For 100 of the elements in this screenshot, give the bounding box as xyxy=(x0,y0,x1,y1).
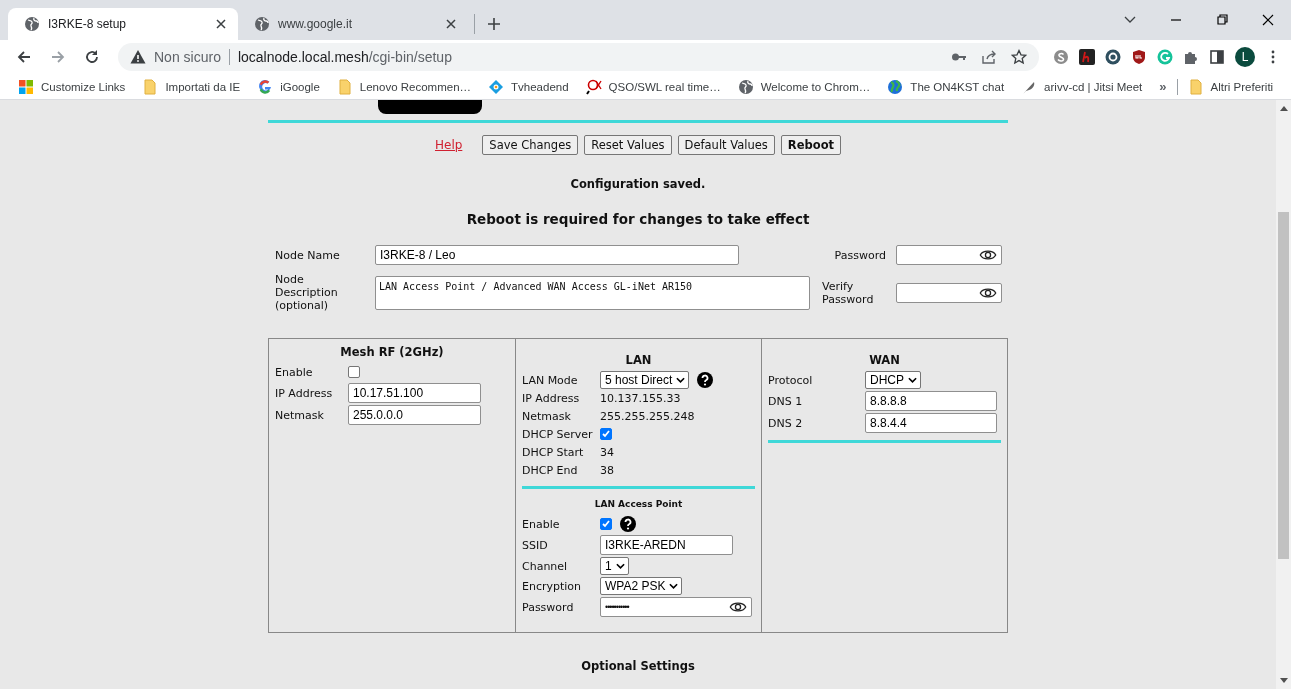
more-bookmarks-button[interactable]: » xyxy=(1159,79,1167,94)
globe-icon xyxy=(24,16,40,32)
field-label: DHCP End xyxy=(522,463,579,477)
text-field[interactable]: I3RKE-AREDN xyxy=(600,535,733,555)
field-label: DNS 1 xyxy=(768,394,804,408)
action-button[interactable]: Reset Values xyxy=(584,135,672,155)
password-field[interactable]: ••••••••••• xyxy=(600,597,752,617)
earth-icon xyxy=(887,78,904,95)
dropdown[interactable]: DHCP xyxy=(865,371,921,389)
browser-tab[interactable]: www.google.it xyxy=(238,8,468,40)
field-label: Password xyxy=(522,600,575,614)
close-icon[interactable] xyxy=(446,19,456,29)
help-icon[interactable] xyxy=(620,516,636,532)
back-icon[interactable] xyxy=(16,49,32,65)
text-field[interactable]: 8.8.8.8 xyxy=(865,391,997,411)
notice-heading: Reboot is required for changes to take effect xyxy=(465,211,811,227)
side-panel-icon[interactable] xyxy=(1209,49,1225,65)
text-field[interactable]: 8.8.4.4 xyxy=(865,413,997,433)
bookmark[interactable]: arivv-cd | Jitsi Meet xyxy=(1021,78,1143,95)
folder-icon xyxy=(142,78,159,95)
browser-tab[interactable]: I3RKE-8 setup xyxy=(8,8,238,40)
checkbox[interactable] xyxy=(600,518,612,530)
bookmark[interactable]: QSO/SWL real time… xyxy=(585,78,721,95)
close-icon[interactable] xyxy=(216,19,226,29)
bookmark[interactable]: Tvheadend xyxy=(488,78,569,95)
extension-icon[interactable] xyxy=(1105,49,1121,65)
help-icon[interactable] xyxy=(697,372,714,388)
dropdown[interactable]: 5 host Direct xyxy=(600,371,690,389)
help-link[interactable]: Help xyxy=(434,138,463,152)
action-button[interactable]: Save Changes xyxy=(482,135,579,155)
status-message: Configuration saved. xyxy=(569,177,707,191)
text-field[interactable]: 10.17.51.100 xyxy=(348,383,481,403)
plus-icon[interactable] xyxy=(487,17,501,31)
bookmark[interactable]: Lenovo Recommen… xyxy=(336,78,472,95)
shield-icon[interactable] xyxy=(1131,49,1147,65)
forward-icon[interactable] xyxy=(50,49,66,65)
field-value: 34 xyxy=(600,445,614,459)
field-value: 10.137.155.33 xyxy=(600,391,681,405)
chevron-icon xyxy=(676,377,686,383)
subsection-heading: LAN Access Point xyxy=(593,499,684,509)
bookmark[interactable]: Altri Preferiti xyxy=(1187,78,1274,95)
field-label: IP Address xyxy=(275,386,334,400)
field-label: Protocol xyxy=(768,373,814,387)
folder-icon xyxy=(336,78,353,95)
section-heading: Optional Settings xyxy=(580,659,696,673)
action-button[interactable]: Reboot xyxy=(780,135,842,155)
section-heading: Mesh RF (2GHz) xyxy=(339,345,445,359)
skype-icon[interactable] xyxy=(1053,49,1069,65)
eye-icon[interactable] xyxy=(979,286,997,299)
text-field[interactable]: 255.0.0.0 xyxy=(348,405,481,425)
field-label: Netmask xyxy=(275,408,325,422)
field-label: Enable xyxy=(522,517,561,531)
tiles-icon xyxy=(18,78,34,95)
field-value: 255.255.255.248 xyxy=(600,409,695,423)
field-label: DNS 2 xyxy=(768,416,804,430)
chevron-icon xyxy=(615,563,625,569)
dropdown[interactable]: WPA2 PSK xyxy=(600,577,683,595)
address-bar[interactable]: Non sicuro localnode.local.mesh/cgi-bin/setup xyxy=(118,43,1039,71)
share-icon[interactable] xyxy=(981,49,997,65)
field-label: Channel xyxy=(522,559,569,573)
profile-avatar[interactable]: L xyxy=(1235,47,1255,67)
bookmark[interactable]: Customize Links xyxy=(18,78,126,95)
text-field[interactable]: I3RKE-8 / Leo xyxy=(375,245,739,265)
field-label: SSID xyxy=(522,538,549,552)
field-label: Node Description (optional) xyxy=(275,273,339,312)
field-label: Password xyxy=(833,248,887,262)
field-label: Netmask xyxy=(522,409,572,423)
field-label: LAN Mode xyxy=(522,373,579,387)
eye-icon[interactable] xyxy=(979,249,997,261)
diamond-icon xyxy=(488,78,505,95)
password-field[interactable] xyxy=(896,245,1002,265)
globe-icon xyxy=(737,78,754,95)
scrollbar[interactable] xyxy=(1276,100,1291,689)
bookmark[interactable]: iGoogle xyxy=(257,78,320,95)
bookmark[interactable]: Welcome to Chrom… xyxy=(737,78,871,95)
checkbox[interactable] xyxy=(600,428,612,440)
star-icon[interactable] xyxy=(1011,49,1027,65)
warning-icon xyxy=(130,49,146,65)
puzzle-icon[interactable] xyxy=(1183,49,1199,65)
field-value: 38 xyxy=(600,463,614,477)
scroll-up-icon[interactable] xyxy=(1279,106,1288,111)
section-heading: WAN xyxy=(868,353,901,367)
field-label: Node Name xyxy=(275,248,341,262)
field-label: DHCP Server xyxy=(522,427,594,441)
field-label: Encryption xyxy=(522,579,583,593)
text-area[interactable]: LAN Access Point / Advanced WAN Access GL-iNet AR150 xyxy=(375,275,810,310)
bookmark[interactable]: Importati da IE xyxy=(142,78,241,95)
field-label: DHCP Start xyxy=(522,445,585,459)
field-label: Enable xyxy=(275,365,314,379)
password-field[interactable] xyxy=(896,282,1002,303)
dropdown[interactable]: 1 xyxy=(600,557,629,575)
action-button[interactable]: Default Values xyxy=(677,135,775,155)
field-label: IP Address xyxy=(522,391,581,405)
checkbox[interactable] xyxy=(348,366,360,378)
field-label: Verify Password xyxy=(821,279,875,306)
eye-icon[interactable] xyxy=(729,601,747,613)
g-logo-icon xyxy=(257,78,274,95)
scroll-down-icon[interactable] xyxy=(1279,678,1288,683)
bookmark[interactable]: The ON4KST chat xyxy=(887,78,1005,95)
reload-icon[interactable] xyxy=(84,49,100,65)
